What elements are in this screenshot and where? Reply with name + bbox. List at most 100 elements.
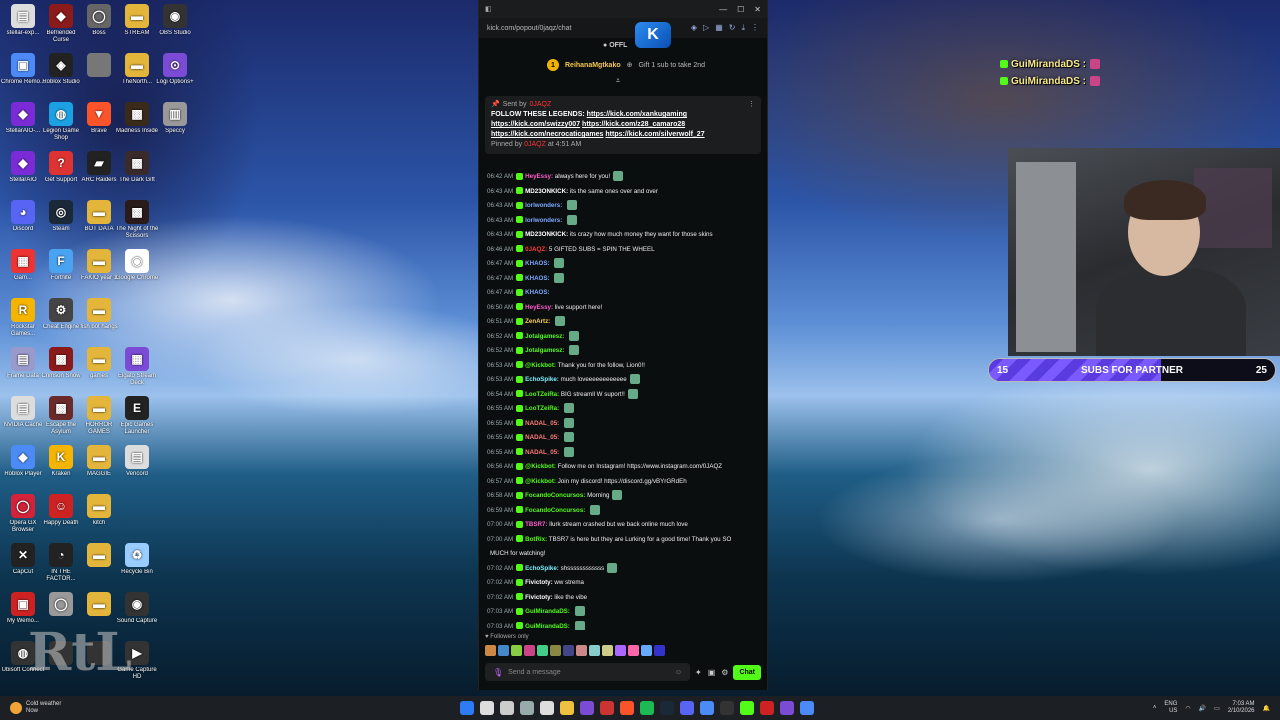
chat-message[interactable]: 07:00 AM BotRix: TBSR7 is here but they a… <box>487 533 759 548</box>
weather-widget[interactable]: Cold weather Now <box>0 701 210 715</box>
chat-message[interactable]: 06:55 AM NADAL_05: <box>487 417 759 432</box>
chat-message[interactable]: 06:47 AM KHAOS: <box>487 272 759 287</box>
message-username[interactable]: Fivictoty: <box>525 594 553 601</box>
taskbar-app-icon[interactable] <box>560 701 574 715</box>
message-username[interactable]: FocandoConcursos: <box>525 507 585 514</box>
chat-input[interactable]: 🎙 Send a message ☺ <box>485 663 690 681</box>
chat-placeholder[interactable]: Send a message <box>508 669 561 676</box>
clock[interactable]: 7:03 AM 2/10/2026 <box>1228 701 1255 715</box>
recent-emote-icon[interactable] <box>576 645 587 656</box>
taskbar-app-icon[interactable] <box>720 701 734 715</box>
taskbar-app-icon[interactable] <box>780 701 794 715</box>
chat-message[interactable]: 06:43 AM lorlwonders: <box>487 199 759 214</box>
language-indicator[interactable]: ENG US <box>1164 701 1177 715</box>
settings-icon[interactable]: ⚙ <box>721 668 728 677</box>
url-text[interactable]: kick.com/popout/0jaqz/chat <box>487 25 571 32</box>
recent-emote-icon[interactable] <box>537 645 548 656</box>
chat-message[interactable]: MUCH for watching! <box>487 547 759 562</box>
message-username[interactable]: Jotalgamesz: <box>525 347 564 354</box>
message-username[interactable]: Fivictoty: <box>525 579 553 586</box>
taskbar-app-icon[interactable] <box>800 701 814 715</box>
message-username[interactable]: NADAL_05: <box>525 434 559 441</box>
chat-message[interactable]: 07:02 AM Fivictoty: ww strema <box>487 576 759 591</box>
maximize-icon[interactable]: ☐ <box>737 5 744 14</box>
message-username[interactable]: @Kickbot: <box>525 478 556 485</box>
desktop-icon[interactable]: ▬ fish bot hangs <box>76 298 122 338</box>
minimize-icon[interactable]: — <box>719 5 727 14</box>
menu-icon[interactable]: ⋮ <box>751 23 759 33</box>
pinned-sender-name[interactable]: 0JAQZ <box>529 100 551 110</box>
window-titlebar[interactable]: ◧ — ☐ ✕ <box>479 0 767 18</box>
message-username[interactable]: MD23ONKICK: <box>525 188 568 195</box>
chat-message[interactable]: 06:43 AM MD23ONKICK: its crazy how much m… <box>487 228 759 243</box>
message-username[interactable]: lorlwonders: <box>525 217 562 224</box>
chat-message[interactable]: 06:42 AM HeyEssy: always here for you! <box>487 170 759 185</box>
message-username[interactable]: @Kickbot: <box>525 362 556 369</box>
chat-message[interactable]: 06:47 AM KHAOS: <box>487 286 759 301</box>
chat-message[interactable]: 07:03 AM GuiMirandaDS: <box>487 605 759 620</box>
desktop-icon[interactable]: ▤ Vencord <box>114 445 160 485</box>
desktop-icon[interactable]: ▩ The Night of the Scissors <box>114 200 160 240</box>
pin-toggle-icon[interactable]: ⋮ <box>748 100 755 110</box>
message-username[interactable]: KHAOS: <box>525 275 549 282</box>
desktop-icon[interactable]: ◉ Google Chrome <box>114 249 160 289</box>
pinned-link[interactable]: https://kick.com/silverwolf_27 <box>605 131 704 138</box>
close-icon[interactable]: ✕ <box>754 5 761 14</box>
chat-message[interactable]: 06:53 AM @Kickbot: Thank you for the foll… <box>487 359 759 374</box>
chat-message[interactable]: 06:52 AM Jotalgamesz: <box>487 344 759 359</box>
recent-emote-icon[interactable] <box>498 645 509 656</box>
message-username[interactable]: HeyEssy: <box>525 304 553 311</box>
taskbar-app-icon[interactable] <box>580 701 594 715</box>
chat-message[interactable]: 07:02 AM Fivictoty: like the vibe <box>487 591 759 606</box>
volume-icon[interactable]: 🔊 <box>1199 705 1206 712</box>
taskbar-app-icon[interactable] <box>620 701 634 715</box>
taskbar-app-icon[interactable] <box>680 701 694 715</box>
recent-emote-icon[interactable] <box>615 645 626 656</box>
address-bar[interactable]: kick.com/popout/0jaqz/chat ◈ ▷ ▦ ↻ ⤓ ⋮ <box>479 18 767 38</box>
chat-message[interactable]: 06:43 AM MD23ONKICK: its the same ones ov… <box>487 185 759 200</box>
taskbar-app-icon[interactable] <box>700 701 714 715</box>
points-icon[interactable]: ✦ <box>695 668 702 677</box>
recent-emote-icon[interactable] <box>550 645 561 656</box>
taskbar-app-icon[interactable] <box>740 701 754 715</box>
shield-icon[interactable]: ◈ <box>691 23 697 33</box>
taskbar-app-icon[interactable] <box>600 701 614 715</box>
message-username[interactable]: lorlwonders: <box>525 202 562 209</box>
desktop-icon[interactable]: ▩ The Dark Gift <box>114 151 160 191</box>
chat-message[interactable]: 07:03 AM GuiMirandaDS: <box>487 620 759 630</box>
message-username[interactable]: LooTZeiRa: <box>525 391 559 398</box>
recent-emote-icon[interactable] <box>524 645 535 656</box>
start-menu-icon[interactable] <box>460 701 474 715</box>
message-username[interactable]: EchoSpike: <box>525 376 559 383</box>
message-username[interactable]: MD23ONKICK: <box>525 231 568 238</box>
recent-emote-icon[interactable] <box>563 645 574 656</box>
taskbar-app-icon[interactable] <box>520 701 534 715</box>
chat-message[interactable]: 06:55 AM NADAL_05: <box>487 446 759 461</box>
chat-message[interactable]: 07:02 AM EchoSpike: shssssssssssss <box>487 562 759 577</box>
gift-icon[interactable]: ▣ <box>708 668 716 677</box>
message-username[interactable]: HeyEssy: <box>525 173 553 180</box>
message-username[interactable]: @Kickbot: <box>525 463 556 470</box>
chat-message[interactable]: 06:55 AM NADAL_05: <box>487 431 759 446</box>
recent-emotes[interactable] <box>485 645 665 656</box>
message-username[interactable]: LooTZeiRa: <box>525 405 559 412</box>
taskbar-app-icon[interactable] <box>500 701 514 715</box>
chat-message[interactable]: 06:56 AM @Kickbot: Follow me on Instagram… <box>487 460 759 475</box>
message-username[interactable]: KHAOS: <box>525 260 549 267</box>
recent-emote-icon[interactable] <box>511 645 522 656</box>
chat-message[interactable]: 06:50 AM HeyEssy: live support here! <box>487 301 759 316</box>
extensions-icon[interactable]: ▦ <box>715 23 723 33</box>
play-icon[interactable]: ▷ <box>703 23 709 33</box>
gift-prompt[interactable]: Gift 1 sub to take 2nd <box>639 62 706 69</box>
gift-leaderboard-bar[interactable]: 1 ReihanaMgtkako ⊕ Gift 1 sub to take 2n… <box>479 52 767 78</box>
message-username[interactable]: NADAL_05: <box>525 420 559 427</box>
desktop-icon[interactable]: ▦ Elgato Stream Deck <box>114 347 160 387</box>
chat-message[interactable]: 06:55 AM LooTZeiRa: <box>487 402 759 417</box>
top-gifter-name[interactable]: ReihanaMgtkako <box>565 62 621 69</box>
chat-message[interactable]: 06:51 AM ZenArtz: <box>487 315 759 330</box>
message-username[interactable]: TBSR7: <box>525 521 547 528</box>
message-username[interactable]: ZenArtz: <box>525 318 550 325</box>
desktop-icon[interactable]: ⊙ Logi Options+ <box>152 53 198 93</box>
desktop-icon[interactable]: E Epic Games Launcher <box>114 396 160 436</box>
recent-emote-icon[interactable] <box>628 645 639 656</box>
